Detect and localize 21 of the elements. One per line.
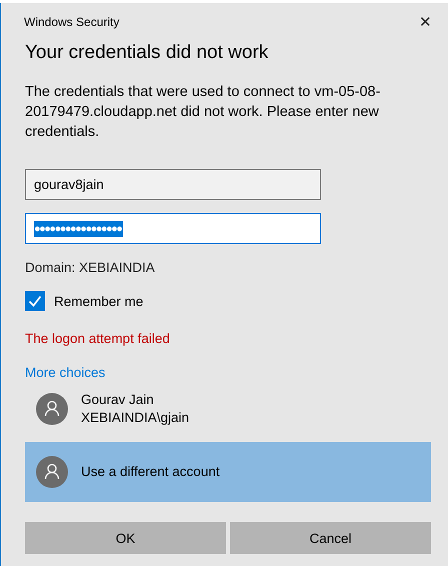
checkmark-icon [28,294,42,308]
remember-checkbox[interactable] [25,291,45,311]
window-title: Windows Security [24,14,120,28]
user-avatar-icon [36,456,68,488]
cancel-button[interactable]: Cancel [230,522,431,554]
more-choices-link[interactable]: More choices [25,365,432,380]
error-message: The logon attempt failed [25,331,171,346]
message-text: The credentials that were used to connect to vm-05-08-20179479.cloudapp.net did not work. Please enter new credentials. [25,83,382,142]
remember-label: Remember me [54,294,144,308]
account-text: Use a different account [81,463,220,481]
account-item[interactable]: Use a different account [25,442,431,502]
close-button[interactable]: ✕ [415,12,436,30]
ok-button[interactable]: OK [25,522,226,554]
account-text: Gourav Jain [81,391,155,409]
account-item[interactable]: Gourav Jain XEBIAINDIA\gjain [25,384,431,434]
user-avatar-icon [36,393,68,425]
domain-label: Domain: XEBIAINDIA [25,260,156,275]
dialog-heading: Your credentials did not work [25,41,270,65]
password-field[interactable]: ●●●●●●●●●●●●●●●●● [25,213,321,244]
account-text: XEBIAINDIA\gjain [81,409,190,427]
username-field[interactable]: gourav8jain [25,169,321,200]
